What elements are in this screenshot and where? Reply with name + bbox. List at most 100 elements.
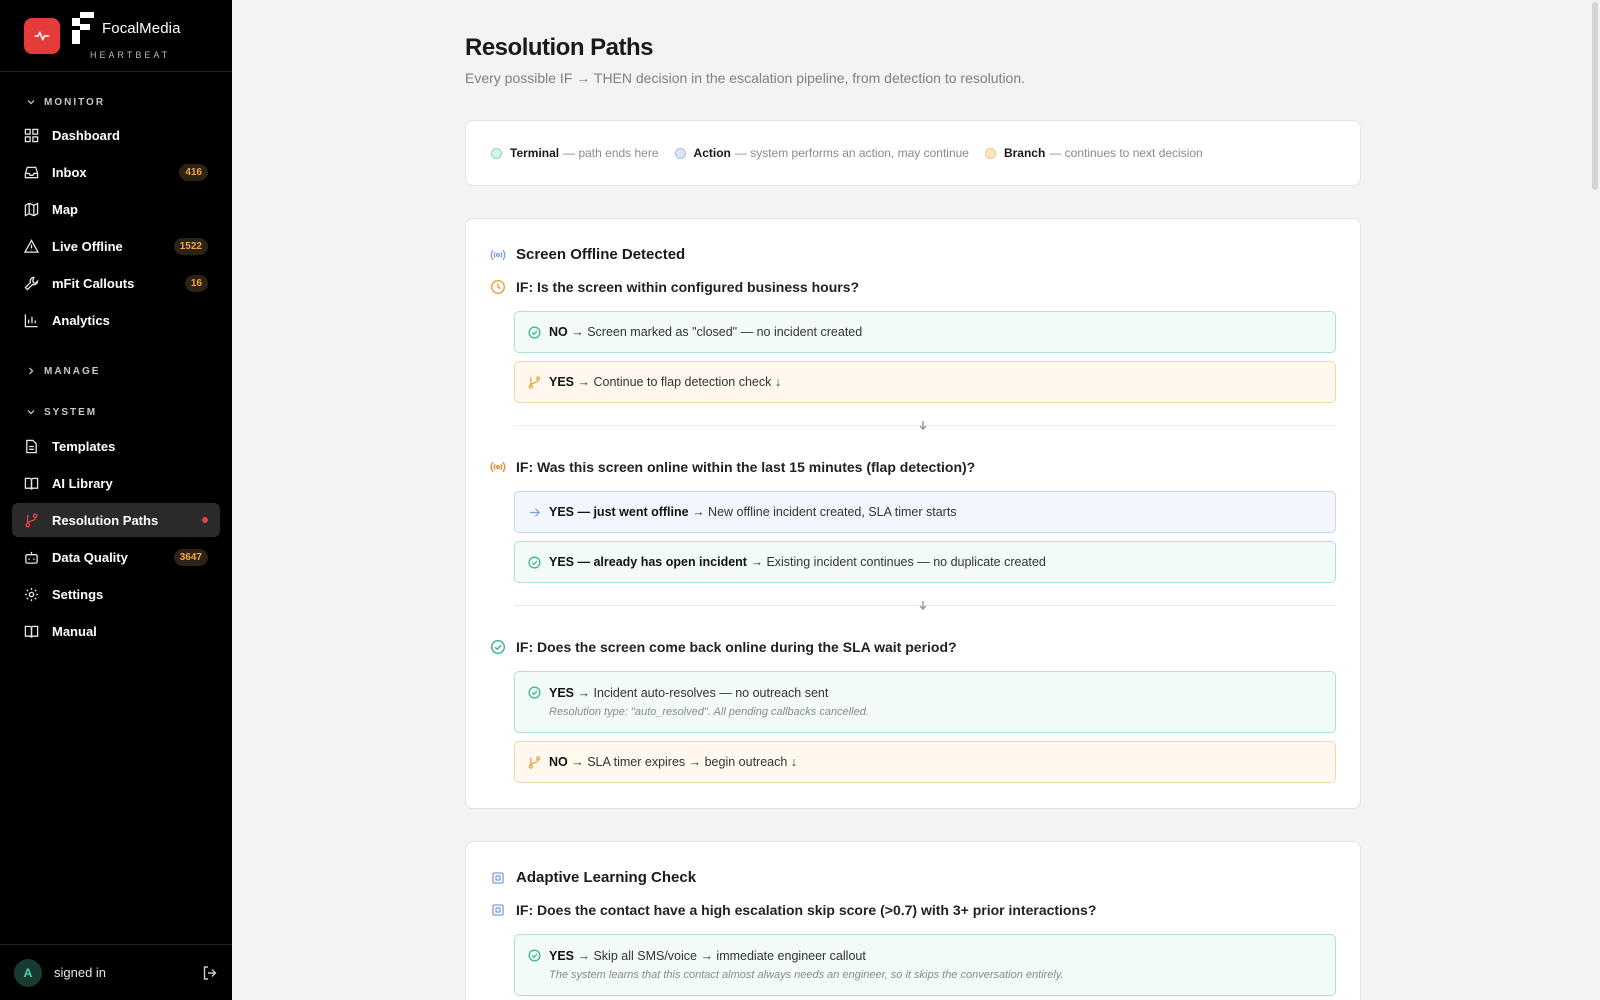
brand-name: FocalMedia [102, 20, 181, 37]
question-text: IF: Is the screen within configured busi… [516, 279, 860, 295]
wrench-icon [24, 276, 39, 291]
sidebar-item-label: Analytics [52, 312, 110, 328]
nav-section-label: SYSTEM [44, 406, 98, 418]
logout-icon[interactable] [202, 965, 218, 981]
sidebar-item-label: Live Offline [52, 238, 123, 254]
branch-icon [528, 375, 541, 389]
sidebar-item-map[interactable]: Map [12, 192, 220, 226]
question-sla-wait: IF: Does the screen come back online dur… [490, 639, 957, 655]
live-offline-count-badge: 1522 [173, 237, 208, 255]
legend-branch: Branch — continues to next decision [984, 146, 1203, 160]
sidebar-item-label: Resolution Paths [52, 512, 159, 528]
mfit-count-badge: 16 [184, 274, 208, 292]
section-title: Screen Offline Detected [490, 246, 685, 263]
chevron-down-icon [27, 410, 35, 415]
check-circle-icon [528, 556, 541, 568]
nav-section-manage[interactable]: MANAGE [0, 361, 232, 381]
cpu-icon [492, 871, 504, 884]
section-screen-offline: Screen Offline Detected IF: Is the scree… [465, 218, 1361, 809]
sidebar-item-analytics[interactable]: Analytics [12, 303, 220, 337]
sidebar-item-label: Manual [52, 623, 97, 639]
sidebar-footer: A signed in [0, 944, 232, 1000]
check-circle-icon [528, 949, 541, 962]
sidebar-item-ai-library[interactable]: AI Library [12, 466, 220, 500]
arrow-down-icon [919, 421, 927, 430]
nav-section-monitor[interactable]: MONITOR [0, 92, 232, 112]
clock-icon [490, 279, 506, 295]
sidebar-item-templates[interactable]: Templates [12, 429, 220, 463]
cpu-icon [492, 904, 504, 916]
avatar[interactable]: A [14, 958, 42, 987]
option-text: → Continue to flap detection check ↓ [577, 375, 782, 389]
map-icon [24, 201, 39, 217]
sidebar-item-live-offline[interactable]: Live Offline 1522 [12, 229, 220, 263]
sidebar-item-inbox[interactable]: Inbox 416 [12, 155, 220, 189]
inbox-count-badge: 416 [179, 163, 208, 181]
option-branch: NO → SLA timer expires → begin outreach … [514, 741, 1336, 783]
sidebar-item-resolution-paths[interactable]: Resolution Paths [12, 503, 220, 537]
option-note: Resolution type: "auto_resolved". All pe… [549, 706, 869, 718]
arrow-right-icon [529, 507, 540, 517]
action-dot-icon [674, 147, 686, 159]
question-skip-score: IF: Does the contact have a high escalat… [490, 902, 1096, 918]
option-text: → Existing incident continues — no dupli… [750, 555, 1046, 569]
sidebar-item-label: AI Library [52, 475, 113, 491]
legend-desc: — path ends here [563, 146, 659, 160]
brand-subtitle: HEARTBEAT [90, 49, 171, 60]
sidebar-item-settings[interactable]: Settings [12, 577, 220, 611]
page-subtitle: Every possible IF → THEN decision in the… [465, 70, 1026, 86]
check-circle-icon [490, 639, 506, 655]
sidebar-item-label: Data Quality [52, 549, 128, 565]
sidebar-item-label: Inbox [52, 164, 87, 180]
broadcast-icon [490, 461, 506, 473]
dashboard-icon [24, 128, 39, 142]
sidebar-item-label: Settings [52, 586, 104, 602]
inbox-icon [24, 166, 39, 178]
branch-icon [528, 755, 541, 769]
legend-label: Terminal [510, 146, 560, 160]
active-indicator-dot [202, 517, 208, 523]
sidebar-item-label: Map [52, 201, 78, 217]
brand: FocalMedia HEARTBEAT [0, 0, 232, 72]
option-text: → New offline incident created, SLA time… [692, 505, 957, 519]
question-text: IF: Does the screen come back online dur… [516, 639, 957, 655]
legend-label: Action [693, 146, 731, 160]
nav-section-label: MONITOR [44, 96, 106, 108]
main-content: Resolution Paths Every possible IF → THE… [232, 0, 1600, 1000]
option-label: YES — just went offline [549, 505, 689, 519]
nav-section-label: MANAGE [44, 365, 101, 377]
gear-icon [24, 587, 39, 601]
book-icon [24, 477, 39, 490]
chevron-right-icon [29, 367, 34, 375]
document-icon [26, 439, 37, 453]
option-terminal: YES → Skip all SMS/voice → immediate eng… [514, 934, 1336, 996]
sidebar-item-label: Dashboard [52, 127, 120, 143]
sidebar-item-data-quality[interactable]: Data Quality 3647 [12, 540, 220, 574]
legend-desc: — system performs an action, may continu… [734, 146, 969, 160]
nav-section-system[interactable]: SYSTEM [0, 402, 232, 422]
sidebar-item-manual[interactable]: Manual [12, 614, 220, 648]
branch-dot-icon [984, 147, 996, 159]
option-action: YES — just went offline → New offline in… [514, 491, 1336, 533]
page-title: Resolution Paths [465, 34, 654, 61]
option-terminal: YES → Incident auto-resolves — no outrea… [514, 671, 1336, 733]
option-label: YES — already has open incident [549, 555, 747, 569]
sidebar-item-label: Templates [52, 438, 116, 454]
heartbeat-logo-icon [24, 17, 60, 54]
option-terminal: YES — already has open incident → Existi… [514, 541, 1336, 583]
check-circle-icon [528, 326, 541, 338]
broadcast-icon [490, 249, 506, 260]
focalmedia-logo-icon [72, 11, 94, 44]
bar-chart-icon [24, 313, 38, 327]
option-text: → Screen marked as "closed" — no inciden… [571, 325, 863, 339]
section-title-text: Screen Offline Detected [516, 246, 686, 263]
sidebar-item-label: mFit Callouts [52, 275, 135, 291]
sidebar-item-dashboard[interactable]: Dashboard [12, 118, 220, 152]
option-text: → Skip all SMS/voice → immediate enginee… [577, 949, 866, 963]
scrollbar[interactable] [1592, 2, 1598, 190]
warning-icon [24, 238, 39, 253]
data-quality-count-badge: 3647 [173, 548, 208, 566]
sidebar-item-mfit-callouts[interactable]: mFit Callouts 16 [12, 266, 220, 300]
question-business-hours: IF: Is the screen within configured busi… [490, 279, 859, 295]
legend-desc: — continues to next decision [1049, 146, 1203, 160]
